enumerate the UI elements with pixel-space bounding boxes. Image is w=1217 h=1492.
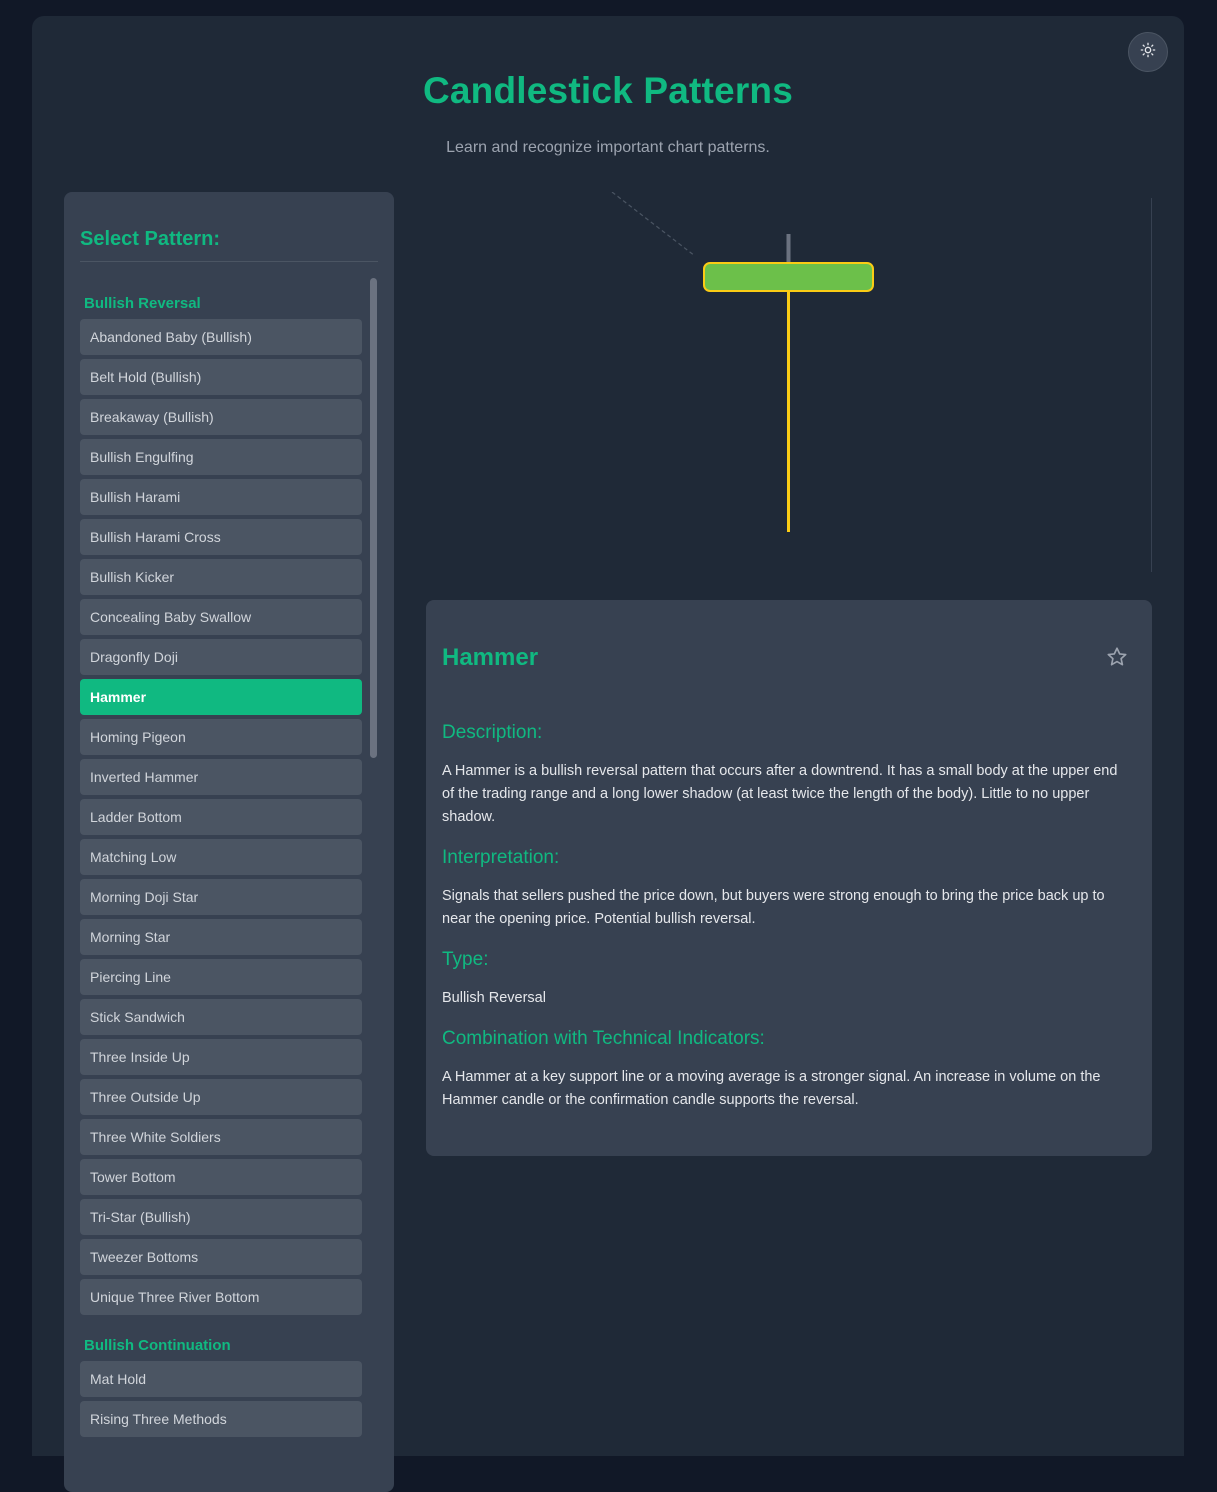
pattern-button[interactable]: Bullish Harami — [80, 479, 362, 515]
pattern-button[interactable]: Matching Low — [80, 839, 362, 875]
type-text: Bullish Reversal — [442, 990, 546, 1006]
pattern-button[interactable]: Rising Three Methods — [80, 1401, 362, 1437]
pattern-button[interactable]: Bullish Harami Cross — [80, 519, 362, 555]
pattern-button[interactable]: Breakaway (Bullish) — [80, 399, 362, 435]
favorite-button[interactable] — [1106, 646, 1130, 670]
pattern-button[interactable]: Concealing Baby Swallow — [80, 599, 362, 635]
pattern-button[interactable]: Morning Doji Star — [80, 879, 362, 915]
pattern-button[interactable]: Morning Star — [80, 919, 362, 955]
pattern-button[interactable]: Tower Bottom — [80, 1159, 362, 1195]
theme-toggle-button[interactable] — [1128, 32, 1168, 72]
pattern-sidebar: Select Pattern: Bullish Reversal Abandone… — [64, 192, 394, 1492]
description-text: A Hammer is a bullish reversal pattern t… — [442, 763, 1118, 825]
interpretation-heading: Interpretation: — [442, 847, 560, 868]
candlestick-chart — [426, 192, 1152, 592]
pattern-button[interactable]: Inverted Hammer — [80, 759, 362, 795]
pattern-button[interactable]: Ladder Bottom — [80, 799, 362, 835]
pattern-button[interactable]: Unique Three River Bottom — [80, 1279, 362, 1315]
pattern-button[interactable]: Three Inside Up — [80, 1039, 362, 1075]
type-heading: Type: — [442, 949, 489, 970]
group-label: Bullish Reversal — [84, 295, 201, 312]
pattern-button[interactable]: Tweezer Bottoms — [80, 1239, 362, 1275]
page-title: Candlestick Patterns — [422, 70, 794, 111]
pattern-details: Hammer Description: A Hammer is a bullis… — [426, 600, 1152, 1156]
pattern-button[interactable]: Homing Pigeon — [80, 719, 362, 755]
candlestick-svg — [611, 192, 1152, 572]
pattern-button[interactable]: Piercing Line — [80, 959, 362, 995]
indicators-text: A Hammer at a key support line or a movi… — [442, 1069, 1101, 1108]
pattern-button[interactable]: Hammer — [80, 679, 362, 715]
pattern-button[interactable]: Mat Hold — [80, 1361, 362, 1397]
interpretation-text: Signals that sellers pushed the price do… — [442, 888, 1105, 927]
pattern-button[interactable]: Dragonfly Doji — [80, 639, 362, 675]
details-sections: Description: A Hammer is a bullish rever… — [442, 722, 1128, 1130]
pattern-list[interactable]: Bullish Reversal Abandoned Baby (Bullish)… — [80, 278, 362, 1437]
sidebar-scrollbar[interactable] — [370, 278, 377, 758]
star-icon — [1106, 647, 1128, 672]
pattern-button[interactable]: Tri-Star (Bullish) — [80, 1199, 362, 1235]
pattern-button[interactable]: Bullish Engulfing — [80, 439, 362, 475]
app-container: Candlestick Patterns Learn and recognize… — [32, 16, 1184, 1492]
page-subtitle: Learn and recognize important chart patt… — [446, 139, 770, 156]
pattern-button[interactable]: Belt Hold (Bullish) — [80, 359, 362, 395]
pattern-button[interactable]: Bullish Kicker — [80, 559, 362, 595]
indicators-heading: Combination with Technical Indicators: — [442, 1028, 765, 1049]
pattern-button[interactable]: Three Outside Up — [80, 1079, 362, 1115]
pattern-name: Hammer — [442, 644, 539, 671]
description-heading: Description: — [442, 722, 543, 743]
pattern-button[interactable]: Abandoned Baby (Bullish) — [80, 319, 362, 355]
downtrend-line — [611, 192, 696, 257]
group-label: Bullish Continuation — [84, 1337, 231, 1354]
pattern-button[interactable]: Stick Sandwich — [80, 999, 362, 1035]
candle-body — [703, 262, 874, 292]
sidebar-title: Select Pattern: — [80, 192, 378, 262]
sun-icon — [1140, 42, 1156, 63]
pattern-button[interactable]: Three White Soldiers — [80, 1119, 362, 1155]
